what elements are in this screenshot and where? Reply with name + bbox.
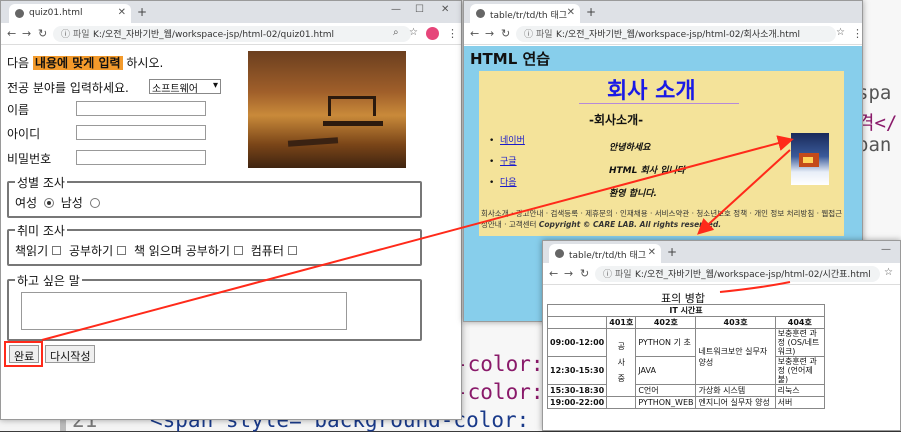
annotation-arrows (41, 135, 794, 341)
arrow-to-photo (41, 135, 794, 341)
underline-mark (719, 281, 791, 293)
arrow-to-table (697, 149, 791, 235)
